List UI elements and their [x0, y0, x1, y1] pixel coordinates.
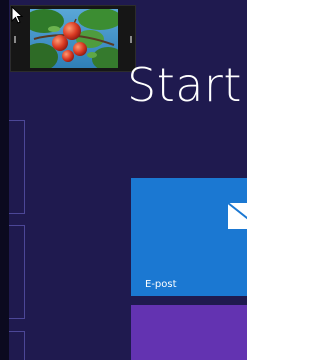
- app-thumbnail[interactable]: [10, 5, 136, 72]
- apple-tree-photo: [30, 9, 118, 68]
- mail-icon: [227, 202, 247, 229]
- tile-mail[interactable]: E-post: [131, 178, 247, 296]
- start-screen: Start E-post: [0, 0, 247, 360]
- page-title: Start: [127, 58, 242, 112]
- drag-handle-right[interactable]: [130, 36, 132, 43]
- app-switcher-slot[interactable]: [9, 225, 25, 319]
- tile-app[interactable]: [131, 305, 247, 360]
- drag-handle-left[interactable]: [14, 36, 16, 43]
- app-switcher-slot[interactable]: [9, 331, 25, 360]
- edge-strip: [0, 0, 9, 360]
- app-switcher-slot[interactable]: [9, 120, 25, 214]
- mouse-pointer-icon: [11, 6, 23, 24]
- tile-label: E-post: [145, 279, 177, 290]
